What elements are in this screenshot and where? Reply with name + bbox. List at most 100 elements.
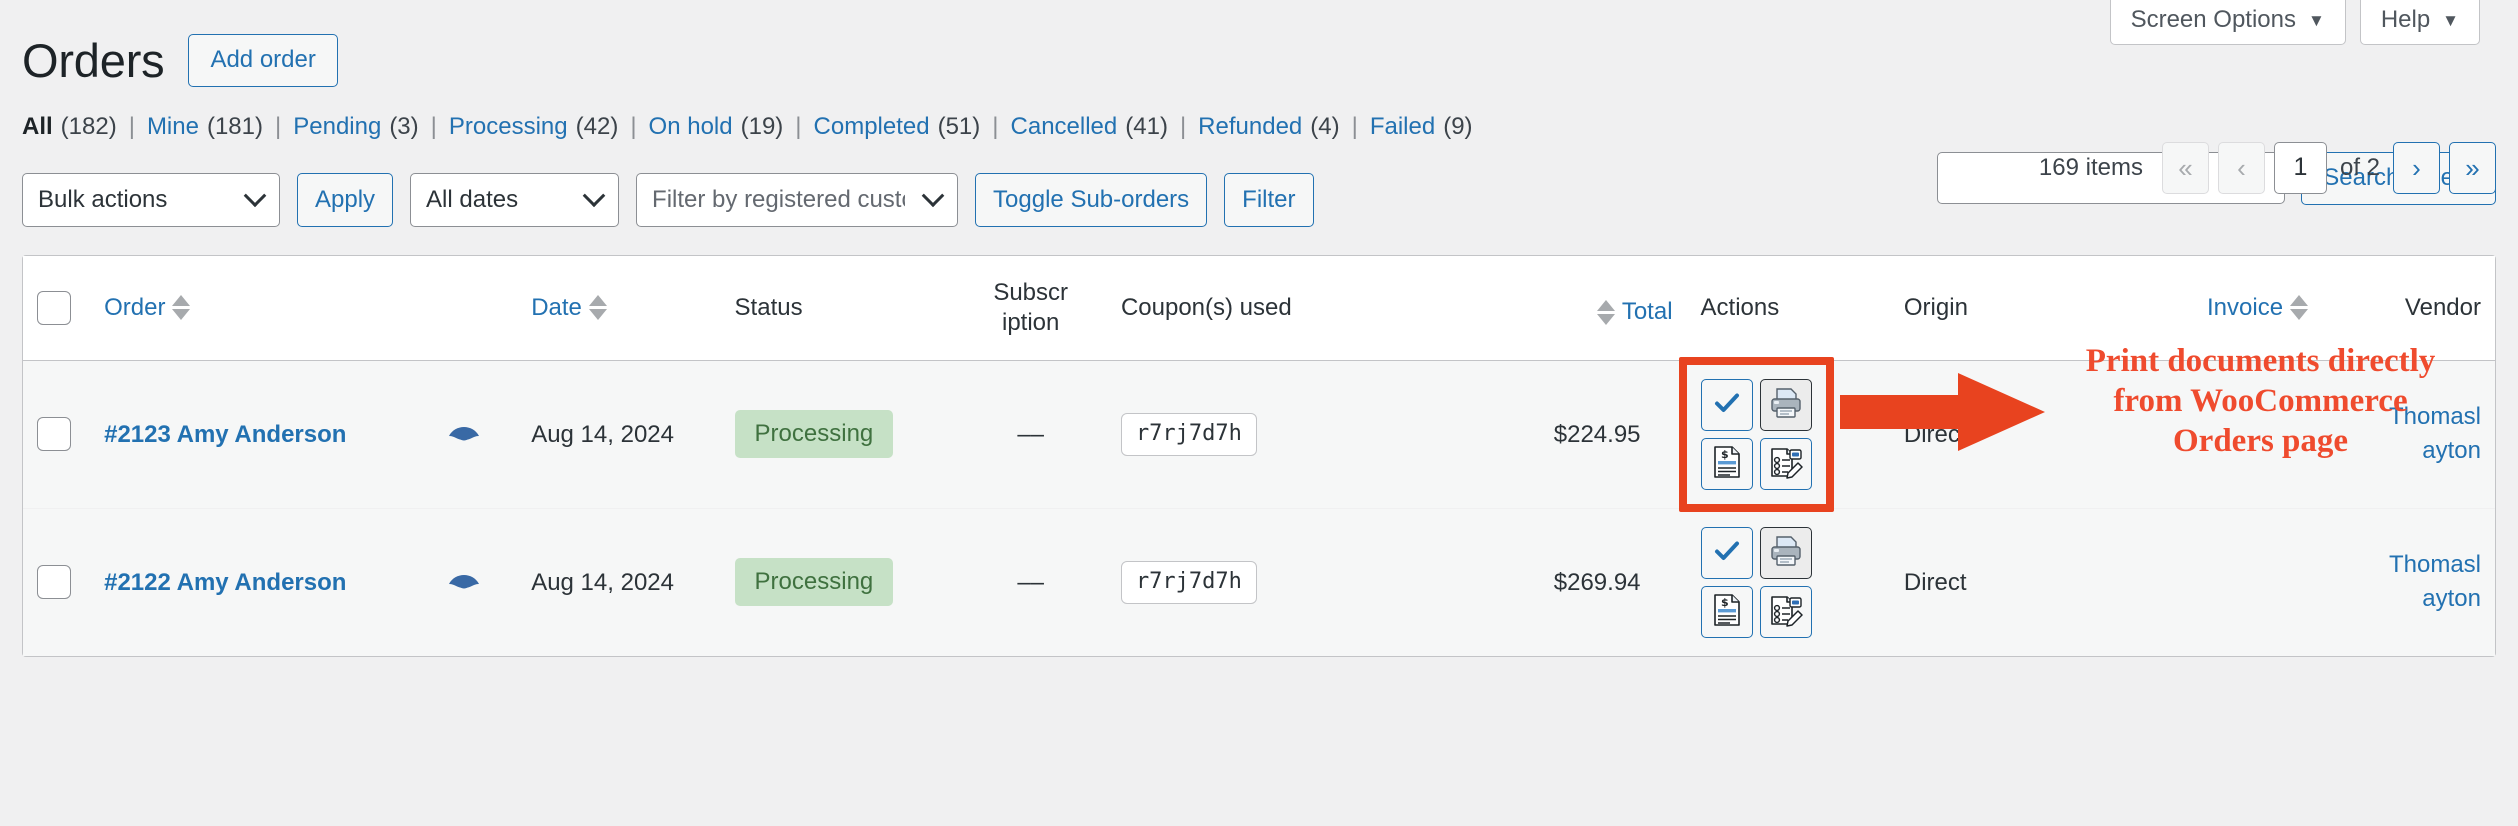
- status-link-separator: |: [1351, 112, 1358, 140]
- row-select-cell: [23, 508, 91, 656]
- order-vendor-cell: Thomasl ayton: [2322, 508, 2495, 656]
- status-filter-on-hold[interactable]: On hold (19): [649, 113, 784, 141]
- status-filter-count: (181): [206, 112, 263, 140]
- order-action-packing-slip-button[interactable]: [1759, 585, 1812, 638]
- column-header-total[interactable]: Total: [1432, 255, 1687, 361]
- customer-filter-select[interactable]: Filter by registered customer: [636, 172, 959, 227]
- order-actions-grid: $: [1700, 378, 1812, 490]
- vendor-link-line1[interactable]: Thomasl: [2336, 548, 2481, 583]
- chevron-down-icon: ▼: [2307, 10, 2325, 30]
- status-filter-processing[interactable]: Processing (42): [449, 113, 618, 141]
- row-select-cell: [23, 360, 91, 509]
- complete-order-icon: [1712, 388, 1742, 421]
- column-header-order[interactable]: Order: [90, 255, 518, 361]
- order-cell: #2123 Amy Anderson: [90, 360, 518, 509]
- order-subscription: ––: [954, 508, 1107, 656]
- eye-preview-icon[interactable]: [447, 570, 481, 594]
- vendor-link-line2[interactable]: ayton: [2336, 434, 2481, 469]
- status-link-separator: |: [275, 112, 282, 140]
- status-filter-label: Refunded: [1198, 112, 1303, 140]
- status-filter-completed[interactable]: Completed (51): [814, 113, 981, 141]
- order-subscription: ––: [954, 360, 1107, 509]
- apply-button[interactable]: Apply: [297, 172, 394, 227]
- status-filter-count: (51): [937, 112, 981, 140]
- order-invoice: [2062, 360, 2323, 509]
- status-filter-mine[interactable]: Mine (181): [147, 113, 263, 141]
- status-filter-count: (19): [740, 112, 784, 140]
- order-action-complete-order-button[interactable]: [1700, 526, 1753, 579]
- status-filter-all[interactable]: All (182): [22, 113, 117, 141]
- row-checkbox[interactable]: [37, 417, 71, 452]
- order-coupon-cell: r7rj7d7h: [1106, 508, 1433, 656]
- status-filter-label: Pending: [293, 112, 382, 140]
- table-row: #2122 Amy Anderson Aug 14, 2024 Processing…: [23, 508, 2495, 656]
- order-invoice: [2062, 508, 2323, 656]
- column-header-invoice[interactable]: Invoice: [2062, 255, 2323, 361]
- order-link[interactable]: #2122 Amy Anderson: [104, 567, 346, 598]
- column-header-origin: Origin: [1889, 255, 2063, 361]
- column-header-date[interactable]: Date: [517, 255, 721, 361]
- status-filter-cancelled[interactable]: Cancelled (41): [1011, 113, 1168, 141]
- status-link-separator: |: [992, 112, 999, 140]
- prev-page-button: ‹: [2217, 141, 2265, 194]
- order-action-printer-button[interactable]: [1759, 526, 1812, 579]
- order-action-packing-slip-button[interactable]: [1759, 437, 1812, 490]
- column-label-origin: Origin: [1903, 293, 1968, 321]
- status-filter-count: (42): [575, 112, 619, 140]
- order-date: Aug 14, 2024: [517, 360, 721, 509]
- status-filter-pending[interactable]: Pending (3): [293, 113, 418, 141]
- column-label-subscription: Subscr iption: [993, 278, 1069, 336]
- add-order-button[interactable]: Add order: [188, 34, 338, 87]
- order-status-cell: Processing: [720, 508, 955, 656]
- next-page-button[interactable]: ›: [2393, 141, 2440, 194]
- select-all-checkbox[interactable]: [37, 290, 71, 325]
- order-action-printer-button[interactable]: [1759, 378, 1812, 431]
- column-label-status: Status: [734, 293, 803, 321]
- screen-options-button[interactable]: Screen Options ▼: [2109, 0, 2346, 45]
- status-filter-count: (182): [60, 112, 117, 140]
- date-filter-select[interactable]: All dates: [410, 172, 620, 227]
- status-filter-failed[interactable]: Failed (9): [1370, 113, 1473, 141]
- order-origin: Direct: [1889, 360, 2063, 509]
- bulk-actions-select[interactable]: Bulk actions: [22, 172, 280, 227]
- status-filter-label: Cancelled: [1010, 112, 1118, 140]
- status-link-separator: |: [1179, 112, 1187, 140]
- invoice-doc-icon: $: [1712, 445, 1742, 482]
- status-filter-refunded[interactable]: Refunded (4): [1198, 113, 1339, 141]
- orders-table-header-row: Order Date Status Subscr iption Coupon(s…: [23, 255, 2495, 361]
- total-pages-label: of 2: [2339, 153, 2380, 181]
- status-filter-count: (3): [389, 112, 419, 140]
- row-checkbox[interactable]: [37, 565, 71, 600]
- status-filter-count: (4): [1310, 112, 1340, 140]
- column-label-date: Date: [531, 293, 582, 321]
- order-action-invoice-doc-button[interactable]: $: [1700, 437, 1753, 490]
- toggle-suborders-button[interactable]: Toggle Sub-orders: [975, 172, 1208, 227]
- last-page-button[interactable]: »: [2449, 141, 2496, 194]
- status-filter-label: Failed: [1369, 112, 1436, 140]
- vendor-link-line2[interactable]: ayton: [2336, 582, 2481, 617]
- status-link-separator: |: [795, 112, 802, 140]
- orders-table: Order Date Status Subscr iption Coupon(s…: [22, 254, 2496, 657]
- column-label-actions: Actions: [1700, 293, 1780, 321]
- status-filter-links: All (182) | Mine (181) | Pending (3) | Processing…: [0, 87, 2518, 141]
- help-button[interactable]: Help ▼: [2359, 0, 2480, 45]
- eye-preview-icon[interactable]: [447, 422, 481, 446]
- order-status-cell: Processing: [720, 360, 955, 509]
- filter-button[interactable]: Filter: [1224, 172, 1314, 227]
- date-filter-select-wrap: All dates: [410, 172, 620, 227]
- current-page-input[interactable]: [2273, 141, 2327, 194]
- order-action-invoice-doc-button[interactable]: $: [1700, 585, 1753, 638]
- order-total: $224.95: [1432, 360, 1687, 509]
- orders-table-body: #2123 Amy Anderson Aug 14, 2024 Processing…: [23, 360, 2495, 656]
- order-actions-grid: $: [1700, 526, 1812, 638]
- pagination: 169 items « ‹ of 2 › »: [2039, 141, 2496, 195]
- order-origin: Direct: [1889, 508, 2063, 656]
- sort-indicator-icon: [172, 295, 191, 321]
- status-filter-label: Mine: [146, 112, 199, 140]
- column-header-actions: Actions: [1686, 255, 1890, 361]
- page-title: Orders: [22, 33, 165, 87]
- order-link[interactable]: #2123 Amy Anderson: [104, 419, 346, 450]
- status-filter-label: All: [22, 112, 53, 140]
- vendor-link-line1[interactable]: Thomasl: [2336, 400, 2481, 435]
- order-action-complete-order-button[interactable]: [1700, 378, 1753, 431]
